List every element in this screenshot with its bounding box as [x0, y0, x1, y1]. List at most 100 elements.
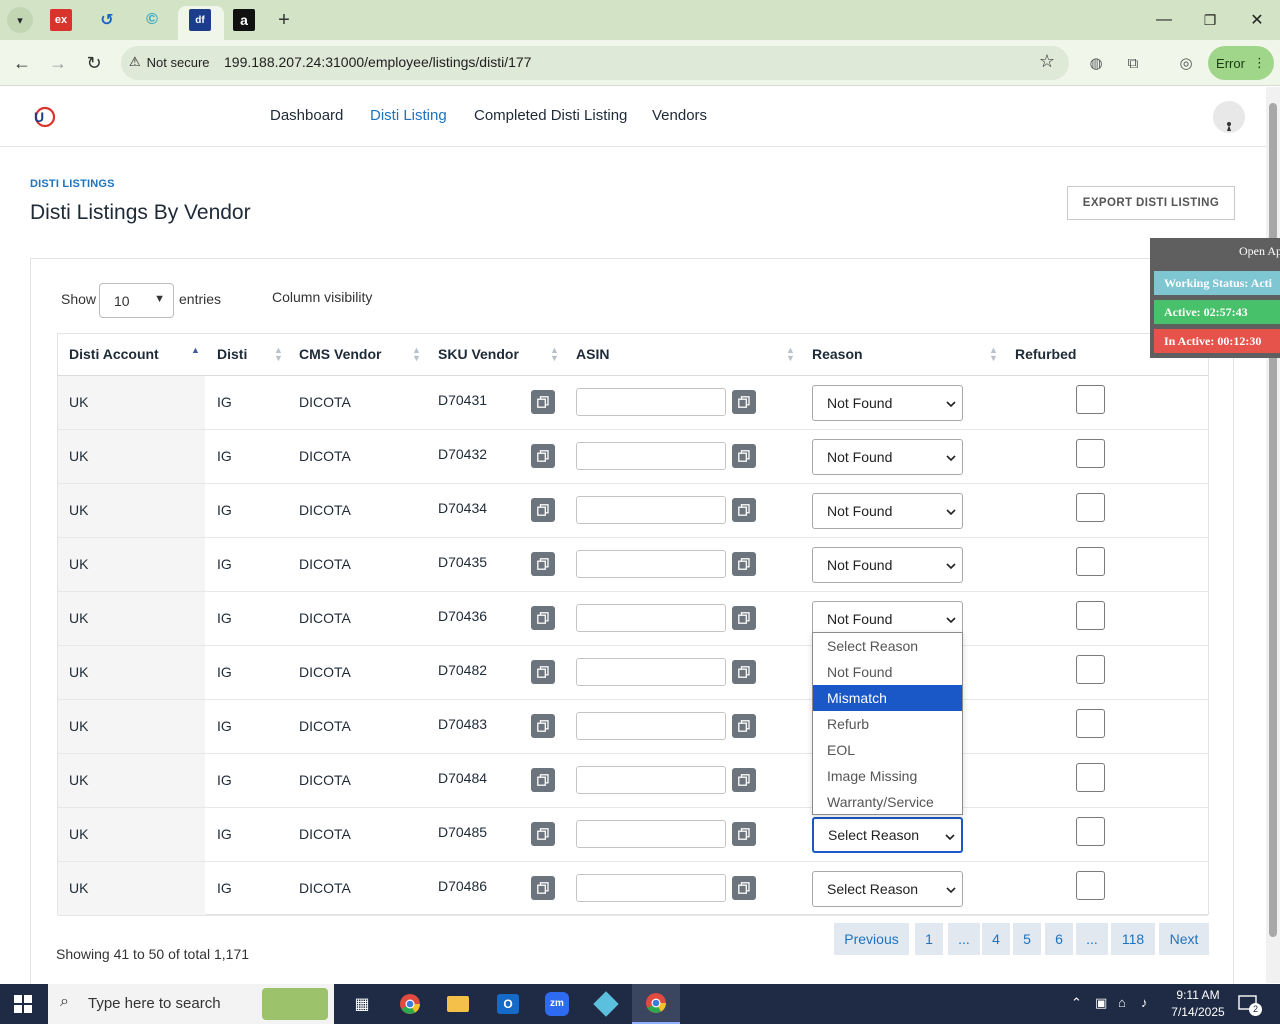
omnibox[interactable]: ⚠ Not secure 199.188.207.24:31000/employ…	[121, 46, 1069, 80]
copy-asin-button[interactable]	[732, 660, 756, 684]
option-warranty-service[interactable]: Warranty/Service	[813, 789, 962, 815]
reason-select[interactable]: Not Found	[812, 439, 963, 475]
tray-chevron-icon[interactable]: ⌃	[1071, 995, 1082, 1011]
chrome-active-icon[interactable]	[632, 984, 680, 1024]
page-button[interactable]: 118	[1111, 923, 1155, 955]
header-disti[interactable]: Disti	[217, 346, 247, 362]
reason-dropdown-list[interactable]: Select Reason Not Found Mismatch Refurb …	[812, 632, 963, 815]
refurbed-checkbox[interactable]	[1076, 817, 1105, 846]
zoom-icon[interactable]: zm	[533, 984, 581, 1024]
refurbed-checkbox[interactable]	[1076, 709, 1105, 738]
asin-input[interactable]	[576, 712, 726, 740]
page-button[interactable]: 6	[1045, 923, 1073, 955]
url-text[interactable]: 199.188.207.24:31000/employee/listings/d…	[224, 54, 531, 70]
nav-dashboard[interactable]: Dashboard	[270, 107, 343, 124]
copy-sku-button[interactable]	[531, 660, 555, 684]
page-scrollbar[interactable]	[1266, 87, 1280, 983]
task-view-icon[interactable]: ▦	[338, 984, 386, 1024]
asin-input[interactable]	[576, 550, 726, 578]
df-favicon-icon[interactable]: df	[189, 9, 211, 31]
column-visibility-button[interactable]: Column visibility	[272, 289, 372, 305]
notification-center-icon[interactable]: 2	[1238, 994, 1262, 1016]
option-refurb[interactable]: Refurb	[813, 711, 962, 737]
header-reason[interactable]: Reason	[812, 346, 863, 362]
tab3-favicon-icon[interactable]: ©	[141, 9, 163, 31]
asin-input[interactable]	[576, 388, 726, 416]
refurbed-checkbox[interactable]	[1076, 547, 1105, 576]
copy-sku-button[interactable]	[531, 606, 555, 630]
nav-vendors[interactable]: Vendors	[652, 107, 707, 124]
copy-sku-button[interactable]	[531, 768, 555, 792]
amazon-favicon-icon[interactable]: a	[233, 9, 255, 31]
refurbed-checkbox[interactable]	[1076, 871, 1105, 900]
copy-sku-button[interactable]	[531, 444, 555, 468]
close-icon[interactable]: ✕	[1245, 8, 1269, 32]
profile-icon[interactable]: ◎	[1175, 52, 1197, 74]
refurbed-checkbox[interactable]	[1076, 493, 1105, 522]
copy-sku-button[interactable]	[531, 498, 555, 522]
option-mismatch[interactable]: Mismatch	[813, 685, 962, 711]
restore-icon[interactable]: ❐	[1198, 8, 1222, 32]
asin-input[interactable]	[576, 442, 726, 470]
header-cms-vendor[interactable]: CMS Vendor	[299, 346, 381, 362]
header-asin[interactable]: ASIN	[576, 346, 609, 362]
page-button[interactable]: 5	[1013, 923, 1041, 955]
entries-select[interactable]: 10 ▼	[99, 283, 174, 318]
copy-asin-button[interactable]	[732, 714, 756, 738]
asin-input[interactable]	[576, 604, 726, 632]
volume-icon[interactable]: ♪	[1141, 995, 1148, 1010]
option-image-missing[interactable]: Image Missing	[813, 763, 962, 789]
tray-app-icon[interactable]: ▣	[1095, 995, 1107, 1011]
security-indicator[interactable]: ⚠ Not secure	[129, 54, 210, 70]
company-logo[interactable]: U	[32, 105, 58, 129]
file-explorer-icon[interactable]	[434, 984, 482, 1024]
ex-favicon-icon[interactable]: ex	[50, 9, 72, 31]
translate-icon[interactable]: ◍	[1085, 52, 1107, 74]
nav-disti-listing[interactable]: Disti Listing	[370, 107, 447, 124]
windows-start-icon[interactable]	[14, 995, 32, 1013]
sort-icon[interactable]: ▲ ▼	[989, 346, 998, 363]
system-clock[interactable]: 9:11 AM 7/14/2025	[1168, 987, 1228, 1021]
copy-asin-button[interactable]	[732, 768, 756, 792]
avatar[interactable]	[1213, 101, 1245, 133]
copy-asin-button[interactable]	[732, 390, 756, 414]
copy-asin-button[interactable]	[732, 498, 756, 522]
refurbed-checkbox[interactable]	[1076, 385, 1105, 414]
copy-sku-button[interactable]	[531, 822, 555, 846]
outlook-icon[interactable]: O	[484, 984, 532, 1024]
network-icon[interactable]: ⌂	[1118, 995, 1126, 1010]
copy-asin-button[interactable]	[732, 876, 756, 900]
header-refurbed[interactable]: Refurbed	[1015, 346, 1076, 362]
copy-sku-button[interactable]	[531, 876, 555, 900]
tab2-favicon-icon[interactable]: ↺	[96, 9, 118, 31]
asin-input[interactable]	[576, 766, 726, 794]
reason-select[interactable]: Not Found	[812, 385, 963, 421]
copy-sku-button[interactable]	[531, 714, 555, 738]
copy-asin-button[interactable]	[732, 822, 756, 846]
new-tab-icon[interactable]: +	[273, 9, 295, 31]
reason-select[interactable]: Select Reason	[812, 817, 963, 853]
header-sku-vendor[interactable]: SKU Vendor	[438, 346, 519, 362]
asin-input[interactable]	[576, 658, 726, 686]
minimize-icon[interactable]: —	[1152, 8, 1176, 32]
sort-icon[interactable]: ▲ ▼	[274, 346, 283, 363]
refurbed-checkbox[interactable]	[1076, 763, 1105, 792]
copy-asin-button[interactable]	[732, 606, 756, 630]
open-app-label[interactable]: Open Ap	[1239, 244, 1280, 259]
reason-select[interactable]: Not Found	[812, 547, 963, 583]
sort-icon[interactable]: ▲ ▼	[412, 346, 421, 363]
next-button[interactable]: Next	[1159, 923, 1209, 955]
reload-icon[interactable]: ↻	[82, 51, 106, 75]
forward-icon[interactable]: →	[46, 51, 70, 75]
asin-input[interactable]	[576, 874, 726, 902]
chrome-icon[interactable]	[386, 984, 434, 1024]
scrollbar-thumb[interactable]	[1269, 103, 1277, 937]
breadcrumb[interactable]: DISTI LISTINGS	[30, 178, 115, 190]
previous-button[interactable]: Previous	[834, 923, 909, 955]
taskbar-search-box[interactable]: ⌕ Type here to search	[48, 984, 334, 1024]
sort-asc-icon[interactable]: ▲	[191, 346, 200, 355]
copy-sku-button[interactable]	[531, 552, 555, 576]
nav-completed-disti-listing[interactable]: Completed Disti Listing	[474, 107, 627, 124]
extensions-icon[interactable]: ⧉	[1122, 52, 1144, 74]
header-disti-account[interactable]: Disti Account	[69, 346, 159, 362]
